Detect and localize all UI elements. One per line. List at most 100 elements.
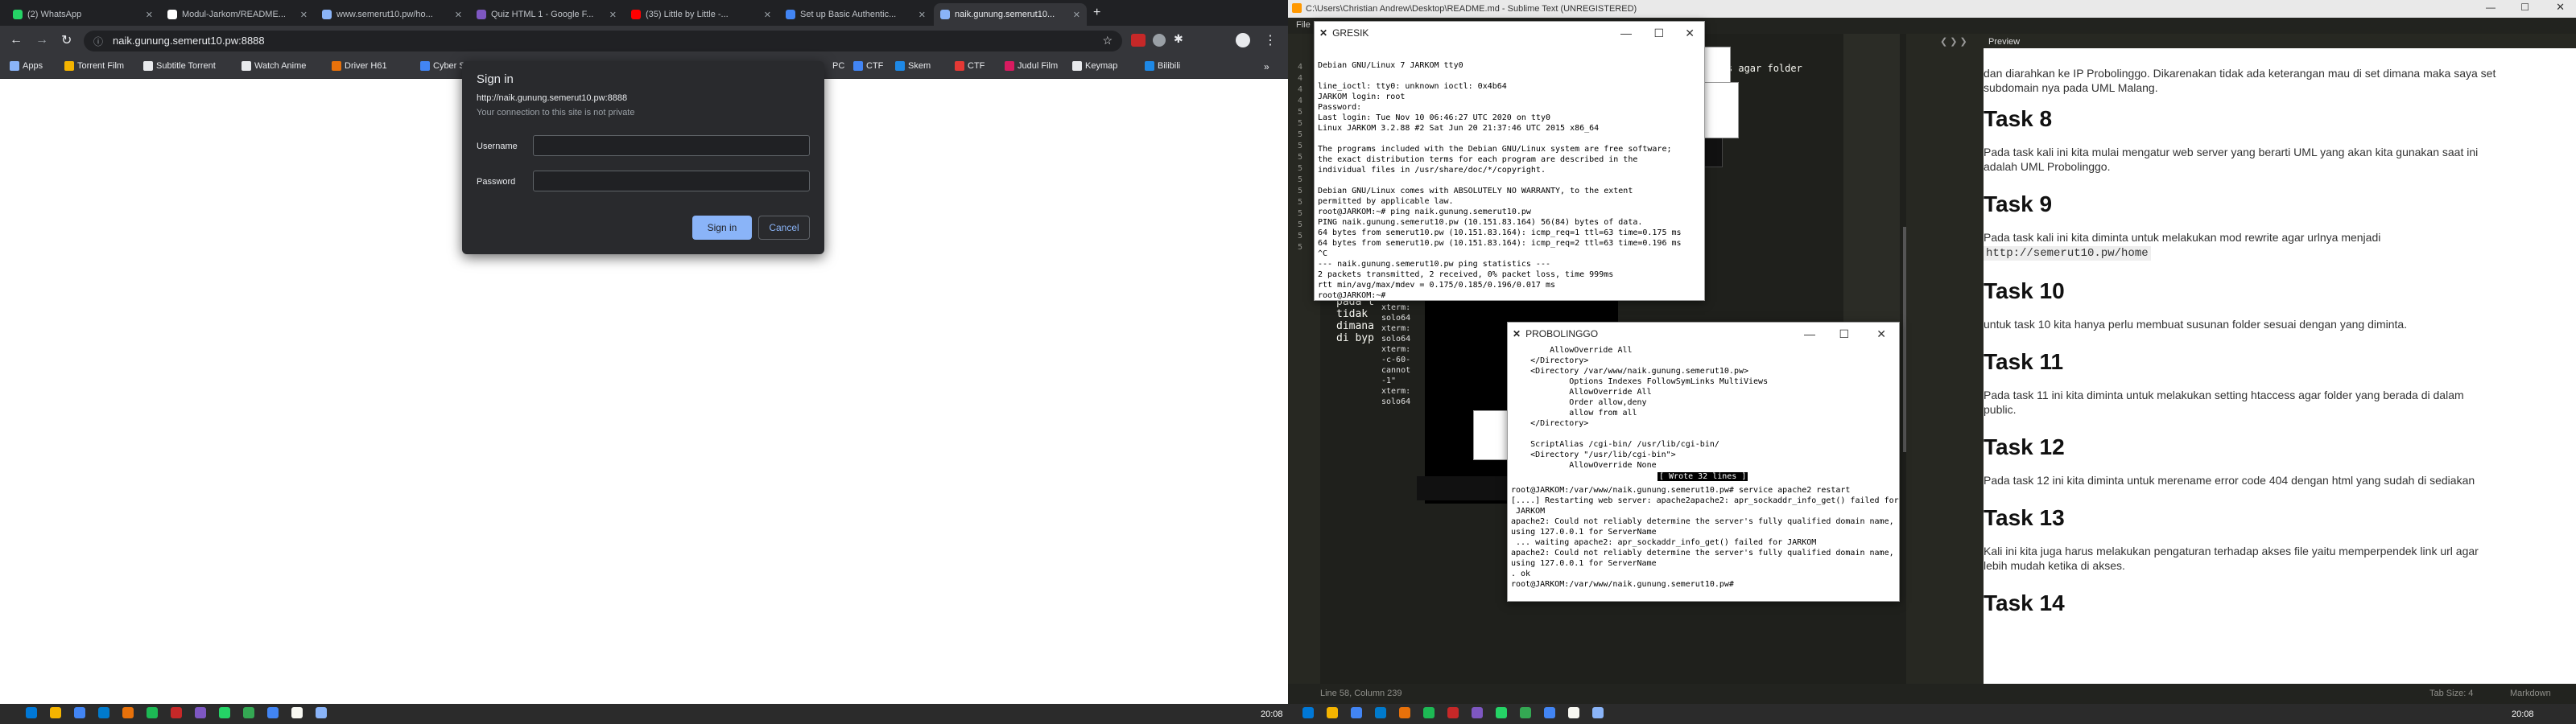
bookmark-item[interactable]: Torrent Film (64, 61, 124, 71)
close-tab-icon[interactable]: ✕ (300, 10, 308, 20)
line-number: 4 (1298, 85, 1303, 94)
taskbar-clock[interactable]: 20:08 (2512, 710, 2534, 719)
taskbar-app-icon[interactable] (1375, 707, 1386, 718)
bookmark-item[interactable]: Cyber S (420, 61, 465, 71)
close-tab-icon[interactable]: ✕ (1073, 10, 1080, 20)
bookmark-label: Driver H61 (345, 61, 387, 71)
maximize-icon[interactable]: ☐ (1653, 27, 1664, 40)
password-input[interactable] (533, 171, 810, 191)
taskbar-app-icon[interactable] (316, 707, 327, 718)
taskbar-app-icon[interactable] (267, 707, 279, 718)
bookmark-item[interactable]: CTF (853, 61, 883, 71)
tab-3[interactable]: Quiz HTML 1 - Google F... ✕ (470, 3, 623, 26)
bookmark-item[interactable]: Bilibili (1145, 61, 1180, 71)
reload-icon[interactable]: ↻ (61, 32, 72, 48)
tab-strip: (2) WhatsApp ✕ Modul-Jarkom/README... ✕ www.… (0, 0, 1288, 26)
tab-6[interactable]: naik.gunung.semerut10... ✕ (934, 3, 1087, 26)
forward-icon[interactable]: → (35, 33, 48, 47)
gresik-title: GRESIK (1332, 27, 1369, 39)
status-tab-size[interactable]: Tab Size: 4 (2429, 689, 2473, 698)
close-tab-icon[interactable]: ✕ (919, 10, 926, 20)
markdown-preview: dan diarahkan ke IP Probolinggo. Dikaren… (1984, 48, 2576, 684)
taskbar-app-icon[interactable] (1520, 707, 1531, 718)
sublime-tab-arrows[interactable]: ❮ ❯ ❯ (1940, 35, 1984, 48)
task-heading: Task 12 (1984, 434, 2065, 459)
taskbar-app-icon[interactable] (1447, 707, 1459, 718)
gresik-terminal-window[interactable]: ✕ GRESIK — ☐ ✕ Debian GNU/Linux 7 JARKOM… (1314, 21, 1705, 301)
taskbar-app-icon[interactable] (1351, 707, 1362, 718)
sign-in-button[interactable]: Sign in (692, 216, 752, 240)
tab-1[interactable]: Modul-Jarkom/README... ✕ (161, 3, 314, 26)
taskbar-app-icon[interactable] (1423, 707, 1435, 718)
taskbar-app-icon[interactable] (98, 707, 109, 718)
close-icon[interactable]: ✕ (1876, 327, 1886, 341)
extension-icon[interactable] (1153, 34, 1166, 47)
minimize-icon[interactable]: — (1804, 327, 1815, 340)
taskbar-app-icon[interactable] (195, 707, 206, 718)
task-paragraph: untuk task 10 kita hanya perlu membuat s… (1984, 317, 2499, 331)
taskbar-app-icon[interactable] (74, 707, 85, 718)
tab-label: Quiz HTML 1 - Google F... (491, 10, 594, 19)
bookmark-item[interactable]: Watch Anime (242, 61, 306, 71)
taskbar-app-icon[interactable] (1327, 707, 1338, 718)
taskbar-app-icon[interactable] (1544, 707, 1555, 718)
line-number: 4 (1298, 74, 1303, 83)
tab-4[interactable]: (35) Little by Little -... ✕ (625, 3, 778, 26)
close-icon[interactable]: ✕ (1685, 27, 1695, 40)
start-windows-icon[interactable] (26, 707, 37, 718)
taskbar-app-icon[interactable] (122, 707, 134, 718)
maximize-icon[interactable]: ☐ (2520, 2, 2529, 13)
bookmark-item[interactable]: Keymap (1072, 61, 1117, 71)
taskbar-app-icon[interactable] (243, 707, 254, 718)
username-input[interactable] (533, 135, 810, 156)
cancel-button[interactable]: Cancel (758, 216, 810, 240)
close-tab-icon[interactable]: ✕ (146, 10, 153, 20)
back-icon[interactable]: ← (10, 33, 23, 47)
task-text: Kali ini kita juga harus melakukan penga… (1984, 545, 2479, 572)
line-number: 5 (1298, 187, 1303, 195)
taskbar-app-icon[interactable] (1496, 707, 1507, 718)
close-tab-icon[interactable]: ✕ (764, 10, 771, 20)
line-number: 4 (1298, 63, 1303, 72)
status-syntax[interactable]: Markdown (2510, 689, 2551, 698)
tab-5[interactable]: Set up Basic Authentic... ✕ (779, 3, 932, 26)
tab-favicon-icon (322, 10, 332, 19)
profile-avatar[interactable] (1236, 33, 1250, 47)
taskbar-app-icon[interactable] (1568, 707, 1579, 718)
extension-icon[interactable] (1131, 34, 1146, 47)
minimize-icon[interactable]: — (2486, 2, 2496, 13)
bookmark-star-icon[interactable]: ☆ (1102, 34, 1113, 47)
bookmark-item[interactable]: CTF (955, 61, 985, 71)
extensions-puzzle-icon[interactable]: ✱ (1174, 32, 1183, 46)
preview-tab[interactable]: Preview (1988, 37, 2020, 47)
close-icon[interactable]: ✕ (2556, 1, 2565, 14)
taskbar-app-icon[interactable] (1399, 707, 1410, 718)
info-icon[interactable]: ⓘ (93, 35, 103, 48)
taskbar-app-icon[interactable] (219, 707, 230, 718)
address-bar[interactable]: ⓘ naik.gunung.semerut10.pw:8888 ☆ (84, 31, 1122, 51)
more-bookmarks-icon[interactable]: » (1264, 61, 1269, 72)
taskbar-clock[interactable]: 20:08 (1261, 710, 1283, 719)
taskbar-app-icon[interactable] (171, 707, 182, 718)
bookmark-item[interactable]: Apps (10, 61, 43, 71)
new-tab-icon[interactable]: + (1093, 6, 1100, 20)
bookmark-item[interactable]: Skem (895, 61, 931, 71)
taskbar-app-icon[interactable] (147, 707, 158, 718)
close-tab-icon[interactable]: ✕ (609, 10, 617, 20)
taskbar-app-icon[interactable] (50, 707, 61, 718)
bookmark-item[interactable]: Subtitle Torrent (143, 61, 216, 71)
menu-icon[interactable]: ⋮ (1264, 32, 1277, 48)
close-tab-icon[interactable]: ✕ (455, 10, 462, 20)
taskbar-app-icon[interactable] (291, 707, 303, 718)
maximize-icon[interactable]: ☐ (1839, 327, 1849, 341)
bookmark-item[interactable]: Judul Film (1005, 61, 1058, 71)
menu-file[interactable]: File (1296, 20, 1311, 30)
taskbar-app-icon[interactable] (1472, 707, 1483, 718)
tab-2[interactable]: www.semerut10.pw/ho... ✕ (316, 3, 469, 26)
minimize-icon[interactable]: — (1620, 27, 1632, 39)
bookmark-item[interactable]: Driver H61 (332, 61, 387, 71)
tab-0[interactable]: (2) WhatsApp ✕ (6, 3, 159, 26)
start-windows-icon[interactable] (1302, 707, 1314, 718)
probolinggo-terminal-window[interactable]: ✕ PROBOLINGGO — ☐ ✕ AllowOverride All </… (1507, 322, 1900, 602)
taskbar-app-icon[interactable] (1592, 707, 1604, 718)
